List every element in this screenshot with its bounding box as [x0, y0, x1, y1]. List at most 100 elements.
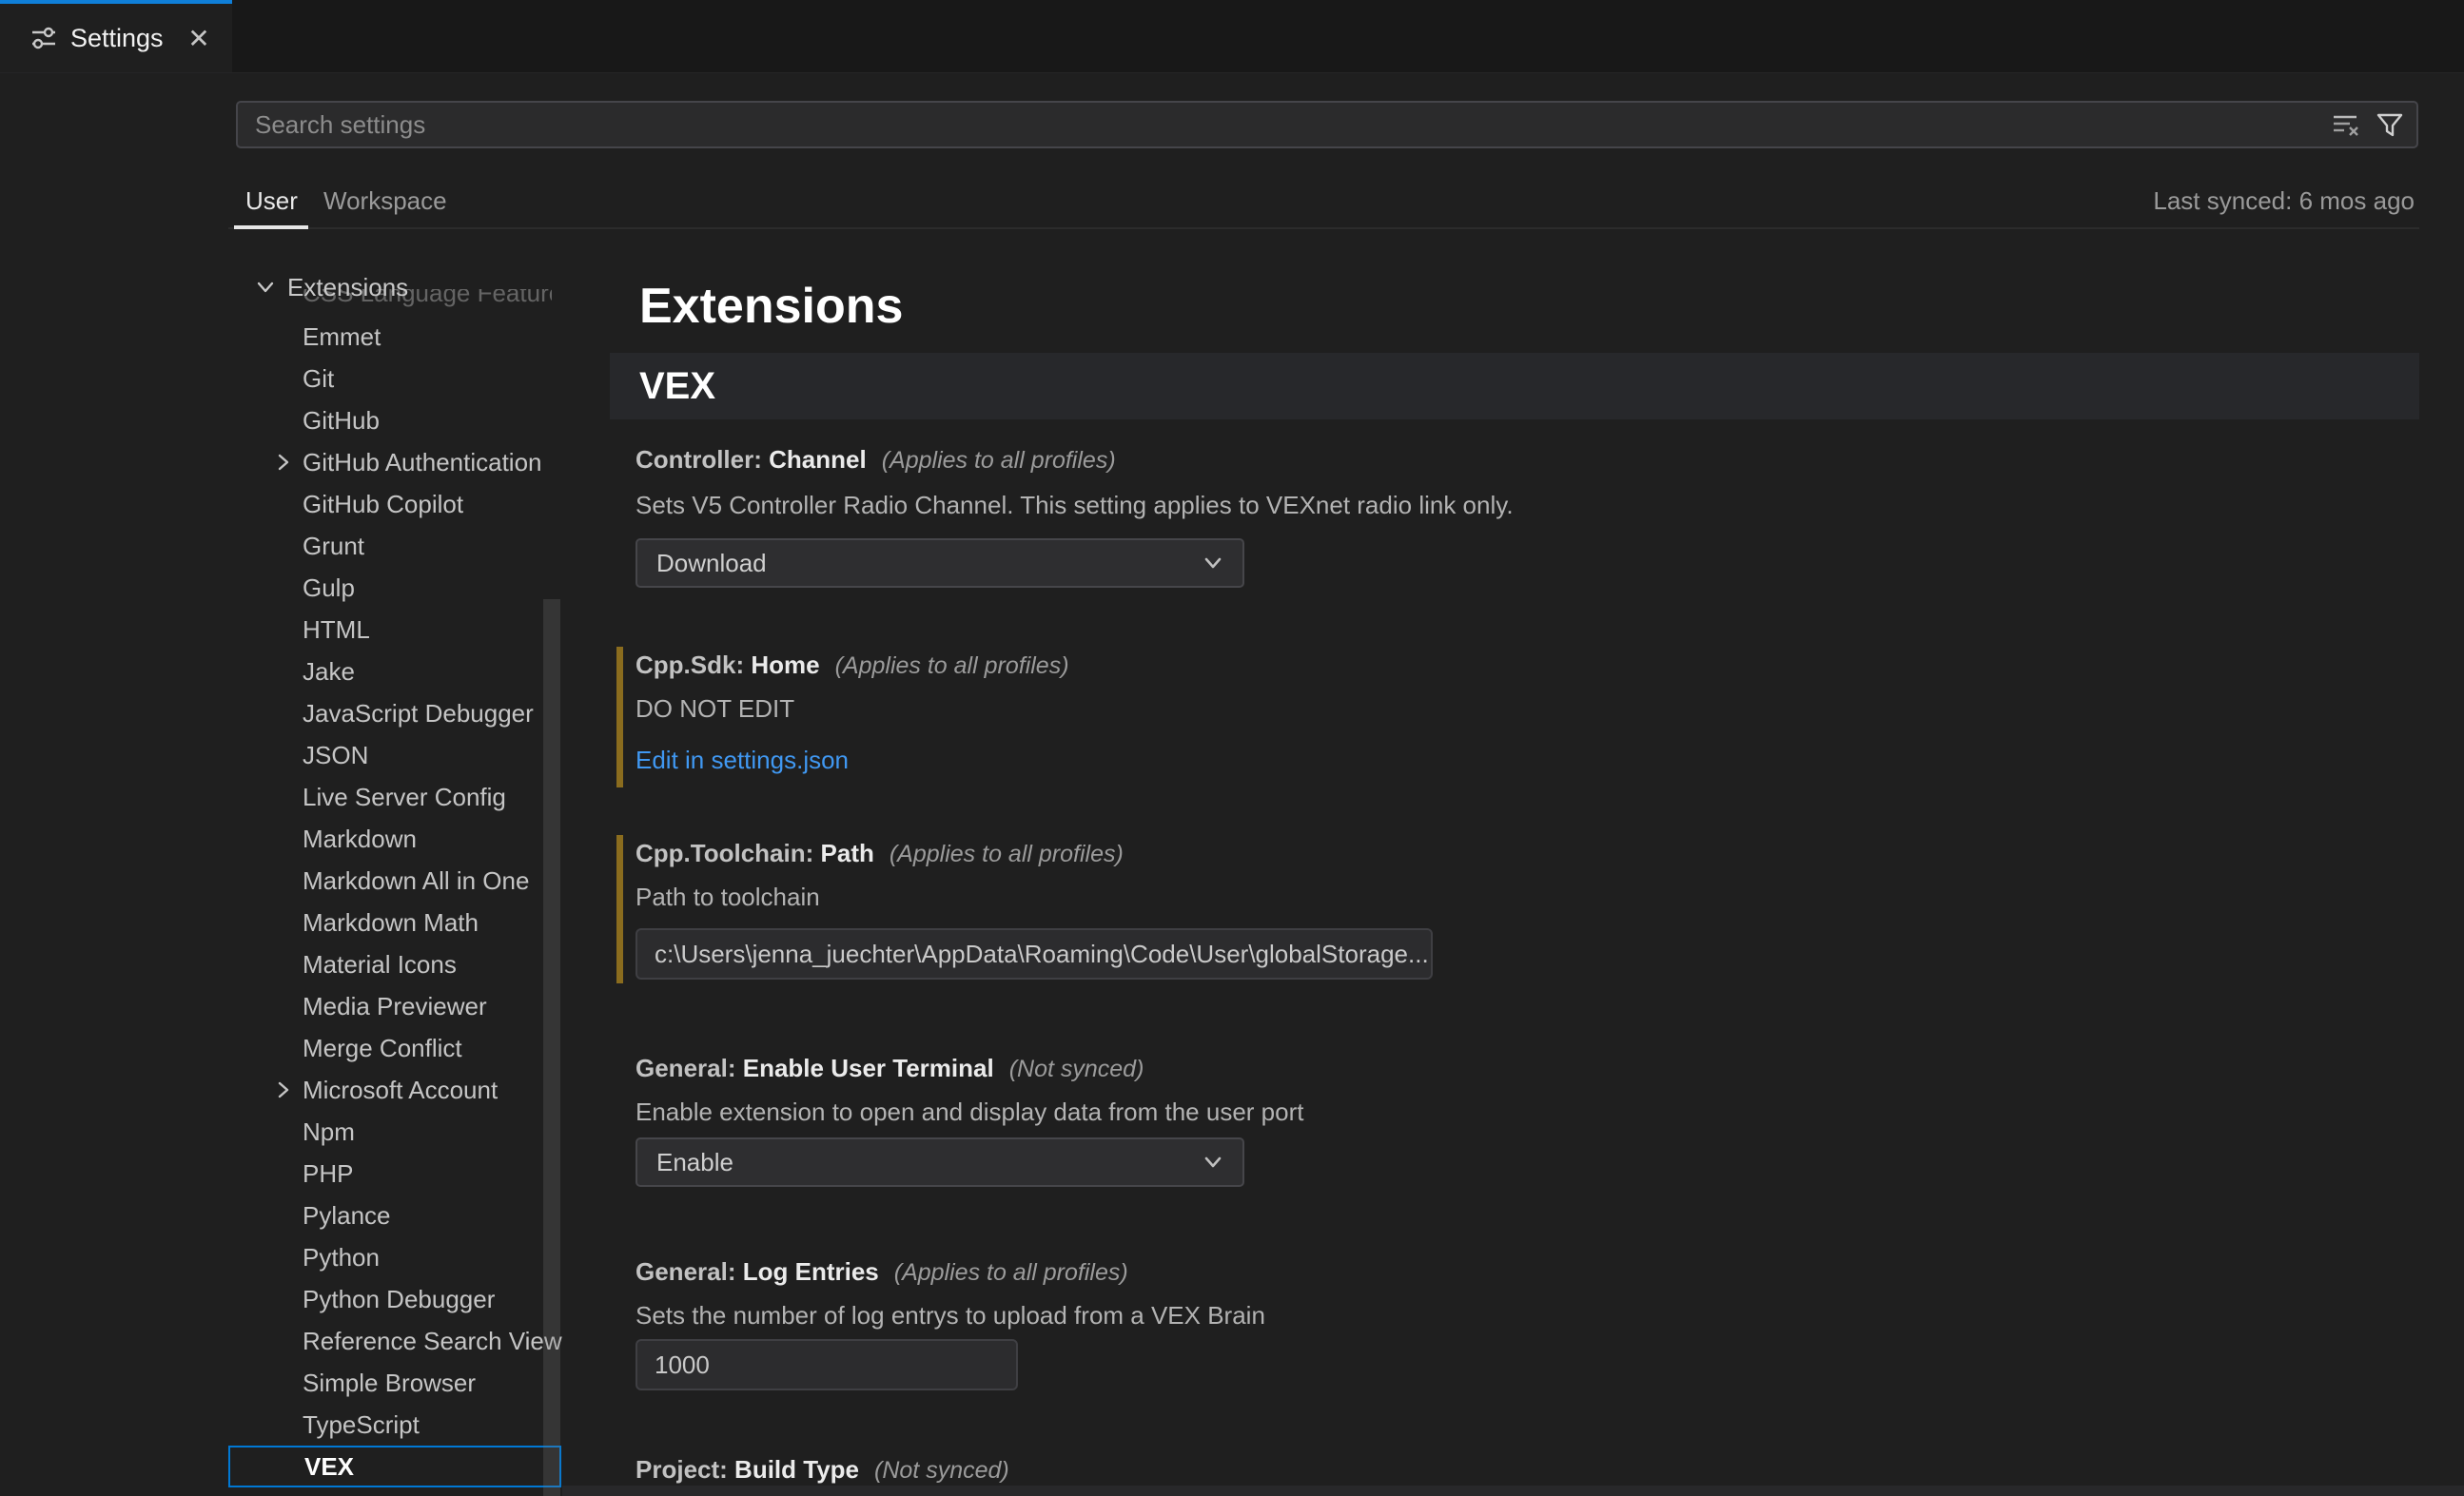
tab-user[interactable]: User [245, 186, 298, 216]
setting-label-project-build-type: Project: Build Type (Not synced) [636, 1455, 1009, 1485]
clear-search-filters-icon[interactable] [2331, 109, 2361, 140]
toc-item-php[interactable]: PHP [228, 1153, 561, 1195]
toc-item-javascript-debugger[interactable]: JavaScript Debugger [228, 692, 561, 734]
toc-item-label: Emmet [303, 322, 381, 352]
setting-name: Home [751, 651, 819, 679]
toc-item-pylance[interactable]: Pylance [228, 1195, 561, 1236]
input-general-log-entries[interactable]: 1000 [636, 1339, 1018, 1390]
toc-item-label: Markdown All in One [303, 866, 529, 896]
setting-description-cpp-sdk-home: DO NOT EDIT [636, 694, 794, 724]
settings-search [236, 101, 2418, 148]
select-value: Enable [656, 1148, 733, 1177]
toc-item-html[interactable]: HTML [228, 609, 561, 651]
toc-item-jake[interactable]: Jake [228, 651, 561, 692]
toc-item-typescript[interactable]: TypeScript [228, 1404, 561, 1446]
toc-item-label: Simple Browser [303, 1369, 476, 1398]
setting-category: General: [636, 1054, 736, 1082]
setting-label-general-enable-user-terminal: General: Enable User Terminal (Not synced… [636, 1054, 1144, 1083]
setting-description-general-log-entries: Sets the number of log entrys to upload … [636, 1301, 1265, 1331]
toc-item-label: TypeScript [303, 1410, 420, 1440]
chevron-down-icon [1199, 549, 1227, 577]
chevron-down-icon [1199, 1148, 1227, 1176]
input-value: 1000 [655, 1350, 710, 1380]
setting-label-cpp-sdk-home: Cpp.Sdk: Home(Applies to all profiles) [636, 651, 1069, 680]
toc-item-vex[interactable]: VEX [228, 1446, 561, 1487]
toc-item-markdown-math[interactable]: Markdown Math [228, 902, 561, 943]
toc-item-label: Npm [303, 1117, 355, 1147]
toc-item-faded: CSS Language Features [228, 289, 552, 310]
edit-in-settings-json-link[interactable]: Edit in settings.json [636, 746, 849, 775]
setting-name: Build Type [734, 1455, 859, 1484]
toc-item-python-debugger[interactable]: Python Debugger [228, 1278, 561, 1320]
toc-item-grunt[interactable]: Grunt [228, 525, 561, 567]
editor-tab-bar: Settings ✕ [0, 0, 2464, 73]
toc-item-label: Pylance [303, 1201, 391, 1231]
section-header-vex: VEX [610, 353, 2419, 419]
toc-item-label: Live Server Config [303, 783, 506, 812]
setting-label-cpp-toolchain-path: Cpp.Toolchain: Path(Applies to all profi… [636, 839, 1124, 868]
toc-item-simple-browser[interactable]: Simple Browser [228, 1362, 561, 1404]
active-scope-underline [234, 225, 308, 229]
toc-item-live-server-config[interactable]: Live Server Config [228, 776, 561, 818]
toc-item-npm[interactable]: Npm [228, 1111, 561, 1153]
toc-item-emmet[interactable]: Emmet [228, 316, 561, 358]
setting-scope: (Not synced) [874, 1457, 1009, 1484]
next-row-edge [562, 1486, 2464, 1496]
scope-divider [228, 227, 2419, 229]
chevron-right-icon [270, 449, 297, 476]
toc-item-label: Markdown [303, 825, 417, 854]
toc-item-markdown-all-in-one[interactable]: Markdown All in One [228, 860, 561, 902]
toc-item-markdown[interactable]: Markdown [228, 818, 561, 860]
toc-item-gulp[interactable]: Gulp [228, 567, 561, 609]
toc-item-label: Python [303, 1243, 380, 1273]
toc-item-label: Markdown Math [303, 908, 479, 938]
toc-item-reference-search-view[interactable]: Reference Search View [228, 1320, 561, 1362]
toc-item-label: HTML [303, 615, 370, 645]
filter-funnel-icon[interactable] [2375, 109, 2405, 140]
toc-item-label: Media Previewer [303, 992, 487, 1021]
toc-item-label: Jake [303, 657, 355, 687]
toc-item-label: Git [303, 364, 334, 394]
toc-item-github-authentication[interactable]: GitHub Authentication [228, 441, 561, 483]
toc-item-label: GitHub Copilot [303, 490, 463, 519]
toc-item-python[interactable]: Python [228, 1236, 561, 1278]
toc-scrollbar-thumb[interactable] [543, 599, 560, 1496]
toc-item-github[interactable]: GitHub [228, 399, 561, 441]
setting-scope: (Applies to all profiles) [882, 447, 1116, 474]
toc-item-json[interactable]: JSON [228, 734, 561, 776]
toc-item-git[interactable]: Git [228, 358, 561, 399]
last-synced-status: Last synced: 6 mos ago [2153, 186, 2415, 216]
toc-item-label: GitHub Authentication [303, 448, 542, 477]
toc-item-microsoft-account[interactable]: Microsoft Account [228, 1069, 561, 1111]
toc-item-merge-conflict[interactable]: Merge Conflict [228, 1027, 561, 1069]
setting-scope: (Not synced) [1009, 1056, 1144, 1082]
setting-name: Path [821, 839, 874, 867]
toc-faded-label: CSS Language Features [303, 289, 552, 310]
close-icon[interactable]: ✕ [183, 22, 215, 54]
setting-description-controller-channel: Sets V5 Controller Radio Channel. This s… [636, 491, 1514, 520]
input-cpp-toolchain-path[interactable]: c:\Users\jenna_juechter\AppData\Roaming\… [636, 928, 1433, 980]
toc-item-label: Grunt [303, 532, 364, 561]
modified-indicator-cpp-sdk-home [616, 647, 623, 787]
tab-workspace[interactable]: Workspace [323, 186, 447, 216]
toc-item-media-previewer[interactable]: Media Previewer [228, 985, 561, 1027]
toc-item-label: GitHub [303, 406, 380, 436]
setting-category: Project: [636, 1455, 728, 1484]
modified-indicator-cpp-toolchain-path [616, 835, 623, 983]
setting-name: Channel [769, 445, 867, 474]
toc-item-label: Material Icons [303, 950, 457, 980]
toc-item-label: JavaScript Debugger [303, 699, 534, 729]
search-input[interactable] [238, 110, 2331, 140]
select-controller-channel[interactable]: Download [636, 538, 1244, 588]
setting-category: Cpp.Toolchain: [636, 839, 813, 867]
tab-title: Settings [70, 24, 164, 53]
setting-category: Cpp.Sdk: [636, 651, 744, 679]
toc-item-material-icons[interactable]: Material Icons [228, 943, 561, 985]
setting-category: Controller: [636, 445, 762, 474]
setting-scope: (Applies to all profiles) [894, 1259, 1128, 1286]
setting-label-general-log-entries: General: Log Entries(Applies to all prof… [636, 1257, 1128, 1287]
setting-name: Enable User Terminal [743, 1054, 994, 1082]
select-general-enable-user-terminal[interactable]: Enable [636, 1137, 1244, 1187]
toc-item-github-copilot[interactable]: GitHub Copilot [228, 483, 561, 525]
settings-tab[interactable]: Settings ✕ [0, 0, 232, 72]
